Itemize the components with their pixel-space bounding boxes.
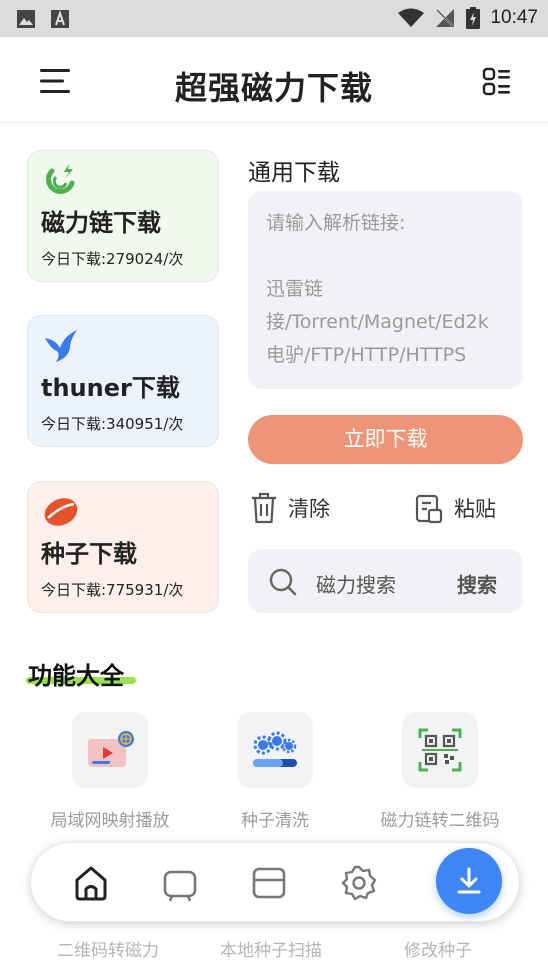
paste-label: 粘贴 (454, 497, 496, 521)
status-time: 10:47 (490, 7, 538, 28)
magnet-icon (46, 164, 75, 194)
magnet-download-card[interactable]: 磁力链下载 今日下载:279024/次 (27, 150, 219, 282)
feature-label: 局域网映射播放 (50, 811, 170, 831)
seed-icon (44, 498, 78, 526)
bird-icon (45, 330, 77, 362)
thunder-download-card[interactable]: thuner下载 今日下载:340951/次 (27, 315, 219, 447)
paste-button[interactable]: 粘贴 (414, 490, 496, 526)
gear-icon[interactable] (339, 863, 379, 903)
card-count: 今日下载:775931/次 (41, 581, 184, 599)
feature-label: 修改种子 (404, 941, 472, 961)
video-cast-icon (88, 731, 134, 767)
font-icon (51, 9, 69, 28)
feature-icon-box (237, 712, 313, 788)
features-section-title: 功能大全 (28, 662, 124, 690)
general-download-label: 通用下载 (248, 160, 340, 186)
cards-icon[interactable] (249, 863, 289, 903)
no-signal-icon (436, 9, 455, 27)
feature-magnet-to-qrcode[interactable]: 磁力链转二维码 (360, 712, 520, 831)
qr-code-icon (418, 728, 462, 772)
list-grid-icon[interactable] (482, 67, 512, 97)
torrent-download-card[interactable]: 种子下载 今日下载:775931/次 (27, 481, 219, 613)
search-icon (269, 568, 297, 596)
download-icon (457, 867, 481, 894)
status-bar: 10:47 (0, 0, 548, 37)
home-icon[interactable] (71, 863, 111, 903)
gears-progress-icon (253, 731, 297, 767)
link-input[interactable]: 请输入解析链接: 迅雷链接/Torrent/Magnet/Ed2k电驴/FTP/… (248, 191, 523, 389)
card-title: 磁力链下载 (41, 209, 161, 237)
feature-icon-box (72, 712, 148, 788)
clear-label: 清除 (288, 497, 330, 521)
wifi-icon (398, 8, 425, 27)
battery-icon (466, 7, 481, 29)
feature-label: 磁力链转二维码 (380, 811, 500, 831)
page-title: 超强磁力下载 (174, 69, 373, 107)
link-input-placeholder-title: 请输入解析链接: (266, 212, 406, 234)
magnet-search-box[interactable]: 磁力搜索 搜索 (248, 549, 523, 613)
feature-label: 本地种子扫描 (220, 941, 322, 961)
feature-icon-box (402, 712, 478, 788)
feature-lan-cast[interactable]: 局域网映射播放 (30, 712, 190, 831)
card-count: 今日下载:340951/次 (41, 415, 184, 433)
download-fab[interactable] (436, 848, 502, 914)
clear-button[interactable]: 清除 (250, 490, 330, 526)
feature-torrent-clean[interactable]: 种子清洗 (195, 712, 355, 831)
card-title: thuner下载 (41, 374, 180, 402)
clipboard-icon (415, 494, 443, 524)
trash-icon (252, 492, 276, 524)
card-title: 种子下载 (41, 540, 137, 568)
search-button[interactable]: 搜索 (457, 569, 497, 598)
search-input[interactable]: 磁力搜索 (316, 569, 396, 598)
download-now-button[interactable]: 立即下载 (248, 415, 523, 464)
feature-label: 种子清洗 (241, 811, 309, 831)
tv-icon[interactable] (160, 863, 200, 903)
feature-label: 二维码转磁力 (57, 941, 159, 961)
image-icon (17, 10, 35, 28)
card-count: 今日下载:279024/次 (41, 250, 184, 268)
app-bar: 超强磁力下载 (0, 37, 548, 123)
link-input-placeholder-types: 迅雷链接/Torrent/Magnet/Ed2k电驴/FTP/HTTP/HTTP… (266, 278, 489, 366)
